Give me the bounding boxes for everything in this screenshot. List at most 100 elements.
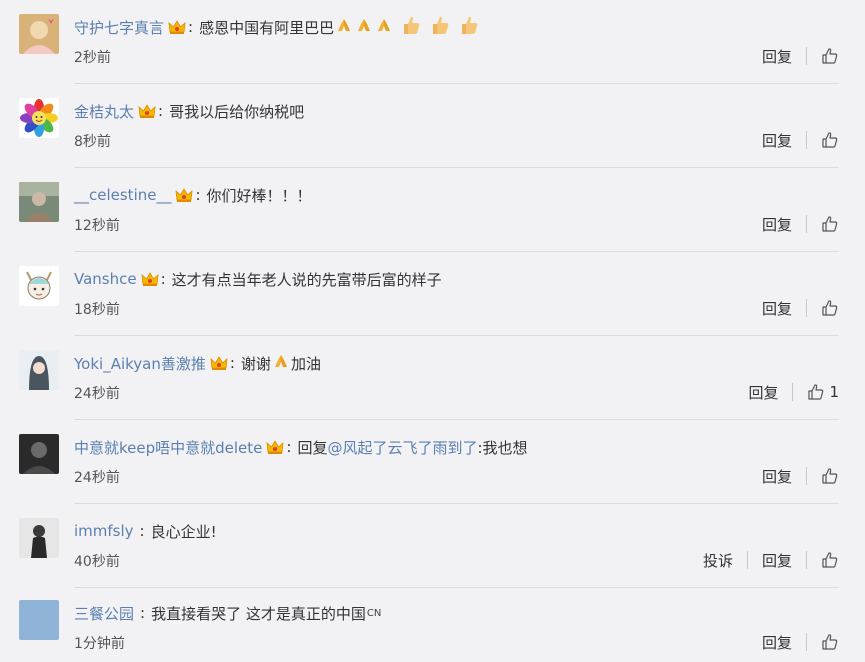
like-button[interactable] (821, 47, 839, 65)
divider (746, 551, 748, 569)
cn-suffix: CN (366, 607, 382, 619)
comment-actions: 回复 1 (748, 380, 839, 404)
report-button[interactable]: 投诉 (703, 550, 733, 571)
timestamp: 24秒前 (74, 386, 120, 402)
row-divider (74, 587, 839, 588)
comment-actions: 回复 (762, 44, 839, 68)
like-button[interactable] (821, 131, 839, 149)
comment-text: 回复 (297, 438, 328, 457)
timestamp: 1分钟前 (74, 636, 125, 652)
divider (806, 299, 807, 317)
row-divider (74, 419, 839, 420)
comment-line: 守护七字真言 : 感恩中国有阿里巴巴 (74, 14, 481, 40)
comment-line: 中意就keep唔中意就delete : 回复 @风起了云飞了雨到了 :我也想 (74, 437, 528, 458)
crown-badge-icon (141, 271, 159, 287)
crown-badge-icon (168, 19, 186, 35)
thumbs-up-icon (822, 552, 838, 568)
username[interactable]: Vanshce (74, 270, 137, 288)
crown-badge-icon (138, 103, 156, 119)
row-divider (74, 83, 839, 84)
like-button[interactable] (821, 467, 839, 485)
comment-text-after: 加油 (290, 354, 321, 373)
thumbs-up-icon (822, 132, 838, 148)
comment-line: immfsly : 良心企业! (74, 522, 217, 541)
reply-button[interactable]: 回复 (762, 632, 792, 653)
like-button[interactable]: 1 (807, 383, 839, 401)
reply-button[interactable]: 回复 (762, 550, 792, 571)
like-button[interactable] (821, 633, 839, 651)
row-divider (74, 503, 839, 504)
row-divider (74, 335, 839, 336)
username[interactable]: Yoki_Aikyan善激推 (74, 353, 206, 374)
mention-link[interactable]: @风起了云飞了雨到了 (327, 437, 477, 458)
timestamp: 8秒前 (74, 134, 111, 150)
divider (806, 467, 807, 485)
crown-badge-icon (210, 355, 228, 371)
avatar[interactable] (19, 434, 59, 474)
avatar[interactable] (19, 98, 59, 138)
comment-actions: 回复 (762, 630, 839, 654)
comment-text: 这才有点当年老人说的先富带后富的样子 (171, 270, 442, 289)
like-button[interactable] (821, 551, 839, 569)
comment-line: 三餐公园 : 我直接看哭了 这才是真正的中国 CN (74, 603, 382, 624)
reply-button[interactable]: 回复 (762, 130, 792, 151)
divider (806, 215, 807, 233)
avatar[interactable] (19, 266, 59, 306)
reply-button[interactable]: 回复 (762, 214, 792, 235)
reply-button[interactable]: 回复 (762, 466, 792, 487)
timestamp: 24秒前 (74, 470, 120, 486)
comment-text: 哥我以后给你纳税吧 (169, 102, 305, 121)
avatar[interactable] (19, 182, 59, 222)
avatar[interactable] (19, 350, 59, 390)
reply-button[interactable]: 回复 (748, 382, 778, 403)
comment-text: 你们好棒！！！ (206, 186, 312, 205)
like-button[interactable] (821, 299, 839, 317)
timestamp: 12秒前 (74, 218, 120, 234)
thumbs-up-icon (808, 384, 824, 400)
username[interactable]: 中意就keep唔中意就delete (74, 437, 262, 458)
avatar[interactable] (19, 14, 59, 54)
crown-badge-icon (175, 187, 193, 203)
thumbs-up-icon (822, 634, 838, 650)
reply-button[interactable]: 回复 (762, 46, 792, 67)
thumbs-up-icon (822, 48, 838, 64)
timestamp: 40秒前 (74, 554, 120, 570)
comment-line: 金桔丸太 : 哥我以后给你纳税吧 (74, 101, 305, 122)
comment-actions: 回复 (762, 296, 839, 320)
like-count: 1 (829, 383, 839, 401)
comment-text: 良心企业! (150, 522, 217, 541)
username[interactable]: 守护七字真言 (74, 17, 164, 38)
pray-emoji-icon (272, 352, 290, 374)
row-divider (74, 167, 839, 168)
username[interactable]: 三餐公园 (74, 603, 134, 624)
username[interactable]: 金桔丸太 (74, 101, 134, 122)
reply-button[interactable]: 回复 (762, 298, 792, 319)
username[interactable]: __celestine__ (74, 186, 171, 204)
username[interactable]: immfsly (74, 522, 134, 540)
divider (792, 383, 794, 401)
divider (806, 131, 807, 149)
avatar[interactable] (19, 600, 59, 640)
comment-actions: 投诉 回复 (703, 548, 839, 572)
crown-badge-icon (266, 439, 284, 455)
comment-text-after: :我也想 (477, 438, 528, 457)
pray-emoji-icon (355, 16, 373, 38)
thumbs-up-emoji-icon (429, 14, 451, 40)
pray-emoji-icon (375, 16, 393, 38)
divider (806, 633, 807, 651)
comment-actions: 回复 (762, 128, 839, 152)
thumbs-up-icon (822, 468, 838, 484)
avatar[interactable] (19, 518, 59, 558)
comment-line: Vanshce : 这才有点当年老人说的先富带后富的样子 (74, 270, 442, 289)
like-button[interactable] (821, 215, 839, 233)
comment-actions: 回复 (762, 464, 839, 488)
comment-line: Yoki_Aikyan善激推 : 谢谢 加油 (74, 352, 321, 374)
comment-text: 感恩中国有阿里巴巴 (199, 18, 335, 37)
comment-actions: 回复 (762, 212, 839, 236)
thumbs-up-emoji-icon (458, 14, 480, 40)
thumbs-up-icon (822, 300, 838, 316)
row-divider (74, 251, 839, 252)
comment-line: __celestine__ : 你们好棒！！！ (74, 186, 312, 205)
timestamp: 18秒前 (74, 302, 120, 318)
thumbs-up-emoji-icon (400, 14, 422, 40)
